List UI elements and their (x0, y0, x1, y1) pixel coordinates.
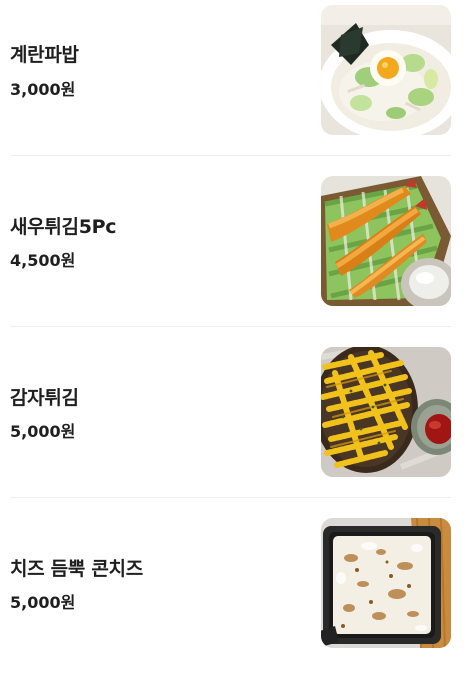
menu-list: 계란파밥 3,000원 새우튀김5Pc 4,500원 감자튀김 5,000원 치… (0, 0, 466, 658)
menu-item-price: 5,000원 (10, 593, 76, 612)
menu-item-name: 새우튀김5Pc (10, 216, 117, 238)
fried-shrimp-photo (321, 176, 451, 306)
divider (10, 497, 451, 498)
menu-item-price: 3,000원 (10, 80, 76, 99)
french-fries-photo (321, 347, 451, 477)
menu-item-photo (321, 5, 451, 135)
menu-item-price: 5,000원 (10, 422, 76, 441)
menu-item-french-fries[interactable]: 감자튀김 5,000원 (0, 342, 466, 513)
menu-item-name: 계란파밥 (10, 44, 79, 66)
menu-item-photo (321, 518, 451, 648)
menu-item-corn-cheese[interactable]: 치즈 듬뿍 콘치즈 5,000원 (0, 513, 466, 684)
menu-item-fried-shrimp[interactable]: 새우튀김5Pc 4,500원 (0, 171, 466, 342)
menu-item-photo (321, 347, 451, 477)
corn-cheese-photo (321, 518, 451, 648)
menu-item-price: 4,500원 (10, 251, 76, 270)
menu-item-photo (321, 176, 451, 306)
menu-item-name: 치즈 듬뿍 콘치즈 (10, 558, 143, 580)
menu-item-egg-scallion-rice[interactable]: 계란파밥 3,000원 (0, 0, 466, 171)
menu-item-name: 감자튀김 (10, 387, 79, 409)
divider (10, 326, 451, 327)
egg-scallion-rice-photo (321, 5, 451, 135)
divider (10, 155, 451, 156)
